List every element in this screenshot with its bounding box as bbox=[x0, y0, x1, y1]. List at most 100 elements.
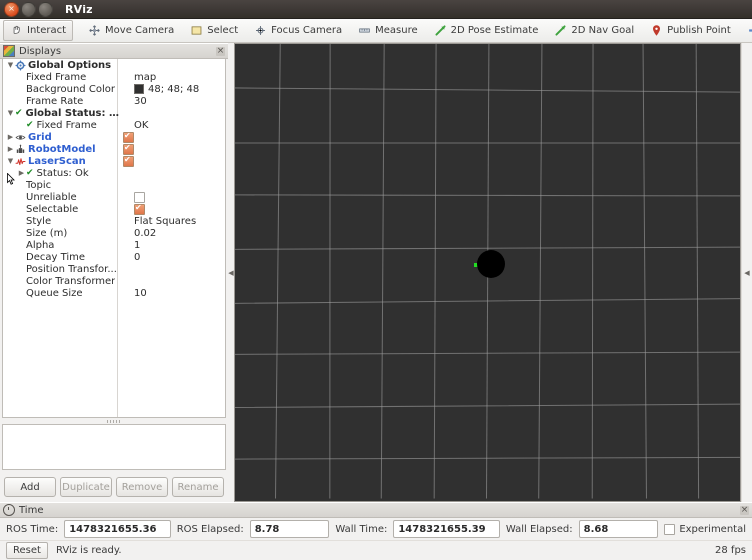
toolbar-button-select[interactable]: Select bbox=[183, 20, 245, 41]
time-field-input[interactable]: 1478321655.39 bbox=[393, 520, 500, 538]
displays-button-row: Add Duplicate Remove Rename bbox=[0, 470, 228, 502]
display-enable-checkbox[interactable] bbox=[134, 203, 145, 215]
display-row-global-options[interactable]: ▼ Global Options bbox=[3, 59, 225, 71]
display-row-name-cell: ·✔Fixed Frame bbox=[3, 119, 131, 131]
tree-spacer: · bbox=[17, 287, 26, 299]
time-field-input[interactable]: 8.78 bbox=[249, 520, 330, 538]
display-row-style[interactable]: ·StyleFlat Squares bbox=[3, 215, 225, 227]
experimental-toggle[interactable]: Experimental bbox=[664, 523, 746, 535]
display-row-alpha[interactable]: ·Alpha1 bbox=[3, 239, 225, 251]
displays-close-icon[interactable]: × bbox=[216, 46, 225, 56]
window-minimize-button[interactable] bbox=[21, 1, 36, 17]
display-row-laserscan[interactable]: ▼ LaserScan bbox=[3, 155, 225, 167]
toolbar-button-label: 2D Nav Goal bbox=[571, 25, 635, 36]
display-row-value-cell[interactable] bbox=[131, 191, 225, 203]
chevron-right-icon[interactable]: ▶ bbox=[6, 131, 15, 143]
display-row-name-cell: ·Unreliable bbox=[3, 191, 131, 203]
toolbar-button-focus-camera[interactable]: Focus Camera bbox=[247, 20, 349, 41]
display-row-background-color[interactable]: ·Background Color 48; 48; 48 bbox=[3, 83, 225, 95]
display-row-global-status-ok[interactable]: ▼ ✔ Global Status: Ok bbox=[3, 107, 225, 119]
display-row-unreliable[interactable]: ·Unreliable bbox=[3, 191, 225, 203]
time-close-icon[interactable]: × bbox=[740, 505, 749, 515]
display-enable-checkbox[interactable] bbox=[123, 143, 134, 155]
display-row-label: Position Transfor... bbox=[26, 263, 117, 275]
toolbar-button-interact[interactable]: Interact bbox=[3, 20, 74, 41]
display-row-name-cell: ·Position Transfor... bbox=[3, 263, 131, 275]
tree-spacer: · bbox=[17, 119, 26, 131]
display-row-value-cell[interactable]: OK bbox=[131, 120, 225, 131]
display-row-queue-size[interactable]: ·Queue Size10 bbox=[3, 287, 225, 299]
display-row-value-cell[interactable]: 10 bbox=[131, 288, 225, 299]
display-row-label: Background Color bbox=[26, 83, 115, 95]
display-row-label: Global Status: Ok bbox=[25, 107, 120, 119]
toolbar-button-label: Select bbox=[207, 25, 239, 36]
display-row-selectable[interactable]: ·Selectable bbox=[3, 203, 225, 215]
display-row-value-cell[interactable]: map bbox=[131, 72, 225, 83]
display-row-value: 30 bbox=[134, 95, 147, 107]
display-row-topic[interactable]: ·Topic bbox=[3, 179, 225, 191]
chevron-right-icon[interactable]: ▶ bbox=[6, 143, 15, 155]
display-row-value: 1 bbox=[134, 239, 141, 251]
toolbar-button-publish-point[interactable]: Publish Point bbox=[643, 20, 738, 41]
toolbar-button-move-camera[interactable]: Move Camera bbox=[81, 20, 181, 41]
toolbar-button-plus[interactable] bbox=[740, 20, 752, 41]
window-maximize-button[interactable] bbox=[38, 1, 53, 17]
toolbar-button-2d-nav-goal[interactable]: 2D Nav Goal bbox=[547, 20, 641, 41]
toolbar-button-2d-pose-estimate[interactable]: 2D Pose Estimate bbox=[427, 20, 546, 41]
display-row-value-cell[interactable]: 30 bbox=[131, 96, 225, 107]
splitter-collapse-right-icon[interactable]: ◀ bbox=[744, 269, 749, 277]
color-swatch[interactable] bbox=[134, 84, 144, 94]
display-enable-checkbox[interactable] bbox=[123, 131, 134, 143]
reset-button[interactable]: Reset bbox=[6, 542, 48, 559]
display-row-fixed-frame[interactable]: ·✔Fixed FrameOK bbox=[3, 119, 225, 131]
display-row-value-cell[interactable]: 48; 48; 48 bbox=[131, 84, 225, 95]
display-row-value-cell[interactable] bbox=[120, 155, 225, 167]
display-enable-checkbox[interactable] bbox=[123, 155, 134, 167]
display-enable-checkbox[interactable] bbox=[134, 191, 145, 203]
display-row-size-m[interactable]: ·Size (m)0.02 bbox=[3, 227, 225, 239]
display-row-grid[interactable]: ▶ Grid bbox=[3, 131, 225, 143]
duplicate-button: Duplicate bbox=[60, 477, 112, 497]
time-field-input[interactable]: 1478321655.36 bbox=[64, 520, 171, 538]
display-row-name-cell: ·Selectable bbox=[3, 203, 131, 215]
display-row-status-ok[interactable]: ▶ ✔ Status: Ok bbox=[3, 167, 225, 179]
time-field-input[interactable]: 8.68 bbox=[578, 520, 659, 538]
right-vertical-splitter[interactable]: ◀ bbox=[741, 43, 752, 502]
display-row-position-transfor[interactable]: ·Position Transfor... bbox=[3, 263, 225, 275]
display-row-fixed-frame[interactable]: ·Fixed Framemap bbox=[3, 71, 225, 83]
window-titlebar: × RViz bbox=[0, 0, 752, 19]
toolbar-button-measure[interactable]: Measure bbox=[351, 20, 425, 41]
display-row-label: Grid bbox=[28, 131, 52, 143]
experimental-checkbox[interactable] bbox=[664, 523, 676, 535]
display-row-label: Color Transformer bbox=[26, 275, 116, 287]
display-row-value-cell[interactable] bbox=[120, 143, 225, 155]
display-row-value-cell[interactable]: 0 bbox=[131, 252, 225, 263]
displays-panel-header: Displays × bbox=[0, 43, 228, 59]
display-row-label: LaserScan bbox=[28, 155, 86, 167]
display-row-value-cell[interactable] bbox=[131, 203, 225, 215]
display-row-label: Fixed Frame bbox=[36, 119, 97, 131]
clock-icon bbox=[3, 504, 15, 516]
displays-tree[interactable]: ▼Global Options·Fixed Framemap·Backgroun… bbox=[3, 59, 225, 299]
window-close-button[interactable]: × bbox=[4, 1, 19, 17]
chevron-right-icon[interactable]: ▶ bbox=[17, 167, 26, 179]
robot-model[interactable] bbox=[477, 250, 505, 278]
displays-tree-container[interactable]: ▼Global Options·Fixed Framemap·Backgroun… bbox=[2, 59, 226, 418]
chevron-down-icon[interactable]: ▼ bbox=[6, 107, 15, 119]
display-row-value-cell[interactable]: 0.02 bbox=[131, 228, 225, 239]
display-row-name-cell: ·Decay Time bbox=[3, 251, 131, 263]
add-button[interactable]: Add bbox=[4, 477, 56, 497]
status-ok-check-icon: ✔ bbox=[26, 168, 34, 178]
gear-icon bbox=[15, 60, 26, 71]
chevron-down-icon[interactable]: ▼ bbox=[6, 59, 15, 71]
display-row-color-transformer[interactable]: ·Color Transformer bbox=[3, 275, 225, 287]
display-row-value-cell[interactable] bbox=[120, 131, 225, 143]
display-row-decay-time[interactable]: ·Decay Time0 bbox=[3, 251, 225, 263]
3d-viewport[interactable] bbox=[234, 43, 741, 502]
display-row-frame-rate[interactable]: ·Frame Rate30 bbox=[3, 95, 225, 107]
display-row-value-cell[interactable]: Flat Squares bbox=[131, 216, 225, 227]
display-row-robotmodel[interactable]: ▶ RobotModel bbox=[3, 143, 225, 155]
chevron-down-icon[interactable]: ▼ bbox=[6, 155, 15, 167]
display-row-value-cell[interactable]: 1 bbox=[131, 240, 225, 251]
splitter-collapse-left-icon[interactable]: ◀ bbox=[228, 269, 233, 277]
